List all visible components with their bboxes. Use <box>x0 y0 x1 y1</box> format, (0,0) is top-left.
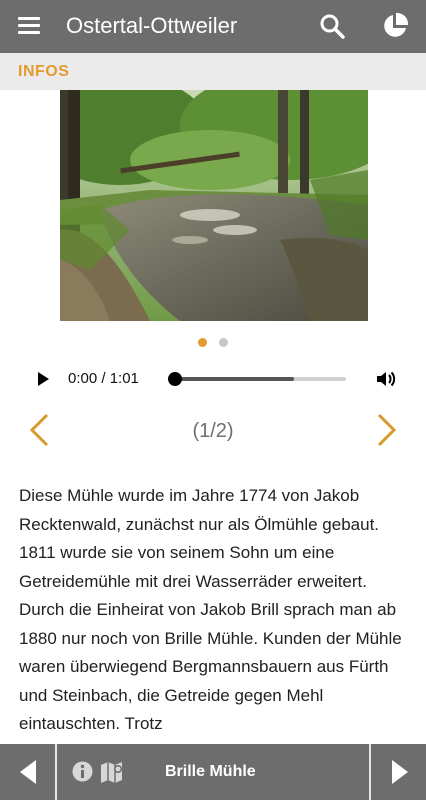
gallery-image[interactable] <box>60 90 368 321</box>
chevron-right-icon <box>377 413 397 447</box>
map-button[interactable] <box>100 760 126 789</box>
map-icon <box>101 762 122 783</box>
audio-seek-thumb[interactable] <box>168 372 182 386</box>
statistics-button[interactable] <box>381 12 409 40</box>
audio-seek-bar[interactable] <box>168 372 346 386</box>
gallery-dot[interactable] <box>219 338 229 347</box>
gallery-dot-active[interactable] <box>197 338 207 347</box>
bottom-bar-divider <box>55 744 57 800</box>
audio-player: 0:00 / 1:01 <box>0 362 426 396</box>
app-bar: Ostertal-Ottweiler <box>0 0 426 53</box>
gallery-counter: (1/2) <box>192 420 234 442</box>
search-icon <box>320 14 345 39</box>
play-button[interactable] <box>36 371 50 392</box>
play-icon <box>38 372 49 386</box>
section-header: INFOS <box>0 53 426 90</box>
section-label: INFOS <box>18 63 70 80</box>
gallery-indicator <box>0 334 426 347</box>
stream-photo <box>60 90 368 321</box>
volume-icon <box>377 371 396 387</box>
menu-icon-bar <box>18 17 40 20</box>
audio-time: 0:00 / 1:01 <box>68 370 139 387</box>
arrow-left-icon <box>20 760 36 784</box>
arrow-right-icon <box>392 760 408 784</box>
audio-buffer-bar <box>174 377 295 381</box>
info-button[interactable] <box>72 761 93 787</box>
previous-poi-button[interactable] <box>0 744 55 800</box>
poi-title: Brille Mühle <box>165 763 256 780</box>
info-icon <box>72 761 93 782</box>
pie-chart-icon <box>384 12 409 37</box>
bottom-bar: Brille Mühle <box>0 744 426 800</box>
poi-description: Diese Mühle wurde im Jahre 1774 von Jako… <box>19 486 402 733</box>
menu-icon-bar <box>18 24 40 27</box>
menu-button[interactable] <box>18 15 42 37</box>
search-button[interactable] <box>318 12 346 40</box>
volume-button[interactable] <box>376 370 396 393</box>
app-title: Ostertal-Ottweiler <box>66 13 238 38</box>
next-image-button[interactable] <box>376 412 398 453</box>
next-poi-button[interactable] <box>371 744 426 800</box>
gallery-pager: (1/2) <box>0 410 426 450</box>
menu-icon-bar <box>18 31 40 34</box>
